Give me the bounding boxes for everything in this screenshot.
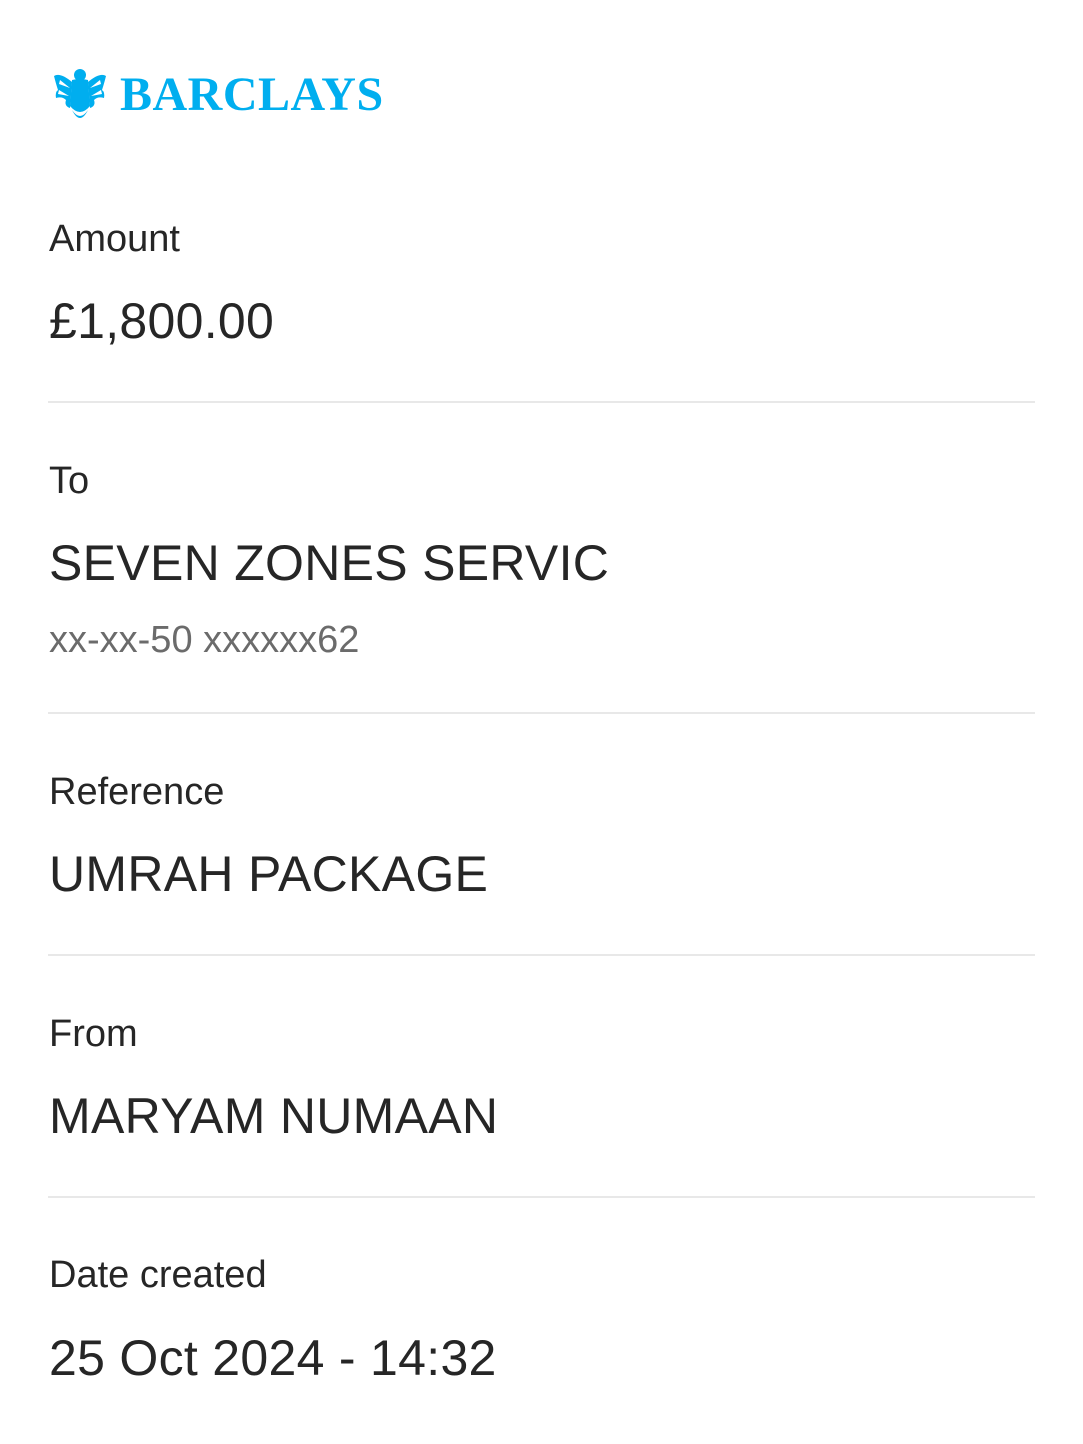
divider (48, 954, 1035, 956)
reference-label: Reference (49, 771, 225, 813)
reference-value: UMRAH PACKAGE (49, 846, 489, 902)
to-name-row: SEVEN ZONES SERVIC (49, 538, 1035, 588)
amount-value: £1,800.00 (49, 293, 275, 349)
from-section: From (49, 1015, 1035, 1053)
from-label: From (49, 1013, 138, 1055)
eagle-icon (54, 69, 106, 118)
to-account-row: xx-xx-50 xxxxxx62 (49, 621, 1035, 659)
amount-value-row: £1,800.00 (49, 296, 1035, 346)
date-created-section: Date created (49, 1256, 1035, 1294)
date-created-label: Date created (49, 1254, 267, 1296)
to-section: To (49, 462, 1035, 500)
barclays-logo: BARCLAYS (52, 64, 384, 126)
date-created-value-row: 25 Oct 2024 - 14:32 (49, 1333, 1035, 1383)
reference-value-row: UMRAH PACKAGE (49, 849, 1035, 899)
from-value: MARYAM NUMAAN (49, 1088, 499, 1144)
reference-section: Reference (49, 773, 1035, 811)
payee-name: SEVEN ZONES SERVIC (49, 535, 610, 591)
divider (48, 712, 1035, 714)
from-value-row: MARYAM NUMAAN (49, 1091, 1035, 1141)
divider (48, 401, 1035, 403)
divider (48, 1196, 1035, 1198)
date-created-value: 25 Oct 2024 - 14:32 (49, 1330, 497, 1386)
brand-name: BARCLAYS (120, 68, 384, 121)
to-label: To (49, 460, 90, 502)
amount-label: Amount (49, 218, 180, 260)
amount-section: Amount (49, 220, 1035, 258)
payee-account: xx-xx-50 xxxxxx62 (49, 619, 360, 661)
